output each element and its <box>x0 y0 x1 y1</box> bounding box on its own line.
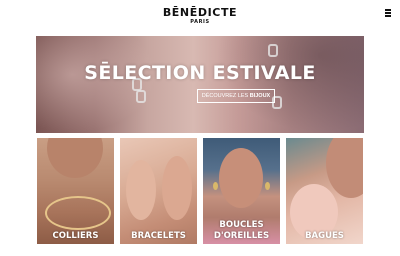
hamburger-menu-icon[interactable] <box>385 9 391 17</box>
discover-jewels-button[interactable]: DÉCOUVREZ LES BIJOUX <box>197 89 275 103</box>
earring-image <box>213 182 218 190</box>
hand-image <box>162 156 192 220</box>
category-label: COLLIERS <box>52 231 99 241</box>
category-label: BAGUES <box>305 231 344 241</box>
hero-title: SĒLECTION ESTIVALE <box>84 62 316 84</box>
model-face-image <box>219 148 263 208</box>
hand-image <box>126 160 156 220</box>
hero-banner[interactable]: SĒLECTION ESTIVALE DÉCOUVREZ LES BIJOUX <box>36 36 364 133</box>
cta-bold-text: BIJOUX <box>249 93 271 99</box>
model-face-image <box>326 138 363 198</box>
brand-location: PARIS <box>190 19 210 25</box>
chain-jewel-decoration <box>136 90 146 103</box>
necklace-image <box>45 196 111 230</box>
cta-text: DÉCOUVREZ LES <box>201 93 250 99</box>
site-header: BĒNĒDICTE PARIS <box>0 0 400 32</box>
hero-image-right <box>216 36 364 133</box>
chain-jewel-decoration <box>268 44 278 57</box>
model-neck-image <box>47 138 103 178</box>
category-tile-bagues[interactable]: BAGUES <box>286 138 363 244</box>
category-label: BRACELETS <box>131 231 186 241</box>
brand-logo[interactable]: BĒNĒDICTE <box>0 7 400 18</box>
category-label: BOUCLES D'OREILLES <box>213 220 270 241</box>
earring-image <box>265 182 270 190</box>
category-tile-colliers[interactable]: COLLIERS <box>37 138 114 244</box>
category-tile-bracelets[interactable]: BRACELETS <box>120 138 197 244</box>
category-tile-boucles-doreilles[interactable]: BOUCLES D'OREILLES <box>203 138 280 244</box>
